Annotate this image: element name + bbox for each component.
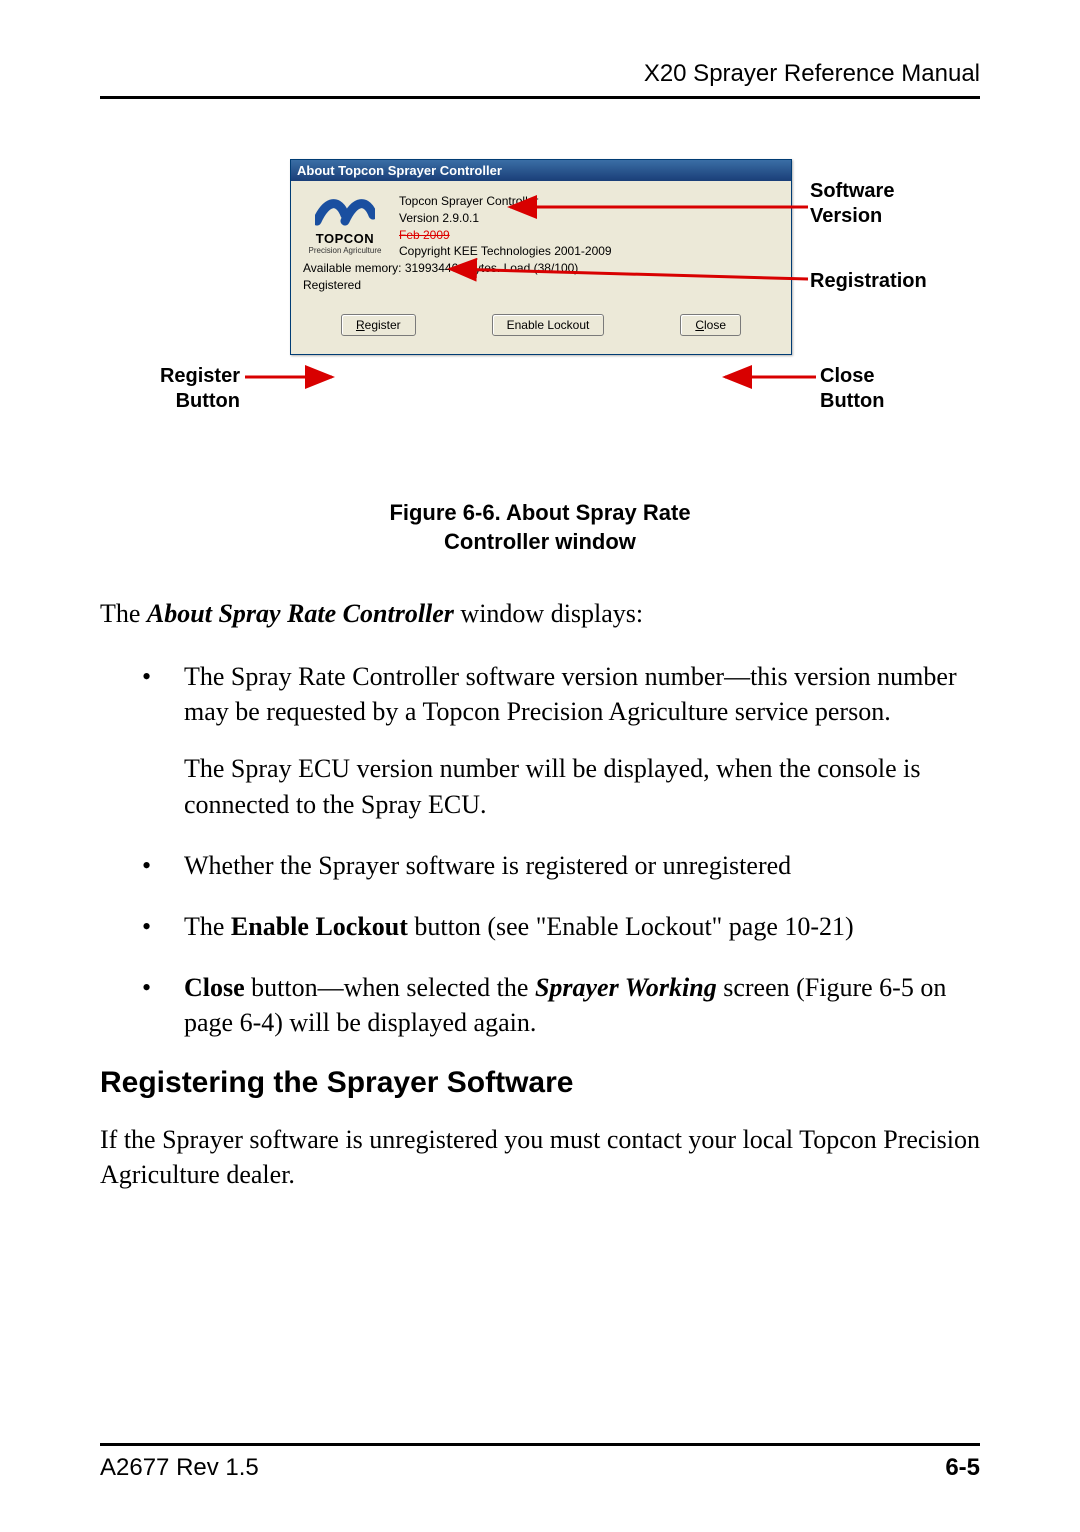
page-number: 6-5 xyxy=(945,1454,980,1482)
figure-caption: Figure 6-6. About Spray RateController w… xyxy=(100,499,980,556)
topcon-logo: TOPCON Precision Agriculture xyxy=(303,193,387,255)
running-header: X20 Sprayer Reference Manual xyxy=(100,60,980,88)
footer-rule xyxy=(100,1443,980,1446)
document-page: X20 Sprayer Reference Manual About Topco… xyxy=(0,0,1080,1532)
header-rule xyxy=(100,96,980,99)
logo-subtitle: Precision Agriculture xyxy=(303,246,387,255)
bullet-list: The Spray Rate Controller software versi… xyxy=(100,659,980,1040)
section-heading: Registering the Sprayer Software xyxy=(100,1066,980,1100)
callout-registration: Registration xyxy=(810,269,927,294)
callout-register-button: RegisterButton xyxy=(130,364,240,414)
enable-lockout-button[interactable]: Enable Lockout xyxy=(492,314,605,336)
register-button[interactable]: Register xyxy=(341,314,416,336)
page-footer: A2677 Rev 1.5 6-5 xyxy=(100,1443,980,1482)
window-body: TOPCON Precision Agriculture Topcon Spra… xyxy=(291,181,791,354)
about-window: About Topcon Sprayer Controller TOPCON P… xyxy=(290,159,792,355)
list-item: The Spray Rate Controller software versi… xyxy=(142,659,980,821)
list-item: Close button—when selected the Sprayer W… xyxy=(142,970,980,1040)
figure-area: About Topcon Sprayer Controller TOPCON P… xyxy=(100,139,980,499)
doc-revision: A2677 Rev 1.5 xyxy=(100,1454,259,1482)
window-title-bar: About Topcon Sprayer Controller xyxy=(291,160,791,181)
window-button-row: Register Enable Lockout Close xyxy=(303,294,779,342)
body-text: The About Spray Rate Controller window d… xyxy=(100,596,980,1192)
topcon-logo-icon xyxy=(315,193,375,227)
logo-brand-text: TOPCON xyxy=(303,231,387,246)
list-item: The Enable Lockout button (see "Enable L… xyxy=(142,909,980,944)
intro-paragraph: The About Spray Rate Controller window d… xyxy=(100,596,980,631)
registration-line: Registered xyxy=(303,277,779,294)
callout-close-button: CloseButton xyxy=(820,364,884,414)
memory-line: Available memory: 319934464 bytes. Load … xyxy=(303,260,779,277)
callout-software-version: SoftwareVersion xyxy=(810,179,894,229)
section-paragraph: If the Sprayer software is unregistered … xyxy=(100,1122,980,1192)
list-item: Whether the Sprayer software is register… xyxy=(142,848,980,883)
close-button[interactable]: Close xyxy=(680,314,741,336)
